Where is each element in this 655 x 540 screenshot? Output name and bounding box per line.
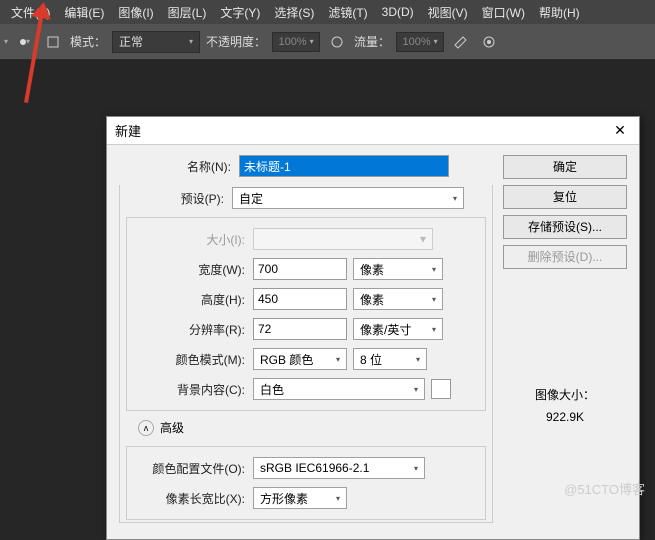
profile-select[interactable]: sRGB IEC61966-2.1▾ [253,457,425,479]
width-input[interactable] [253,258,347,280]
resolution-label: 分辨率(R): [133,321,253,338]
colormode-select[interactable]: RGB 颜色▾ [253,348,347,370]
tool-caret-icon[interactable]: ▾ [4,37,8,46]
close-icon[interactable]: ✕ [609,120,631,142]
width-unit-select[interactable]: 像素▾ [353,258,443,280]
menu-3d[interactable]: 3D(D) [375,5,421,19]
watermark: @51CTO博客 [564,479,645,498]
bg-label: 背景内容(C): [133,381,253,398]
pressure-size-icon[interactable] [478,31,500,53]
opacity-label: 不透明度： [206,33,266,50]
menu-layer[interactable]: 图层(L) [161,4,214,21]
size-label: 大小(I): [133,231,253,248]
menu-edit[interactable]: 编辑(E) [57,4,111,21]
dialog-title: 新建 [115,121,141,140]
bitdepth-select[interactable]: 8 位▾ [353,348,427,370]
menu-window[interactable]: 窗口(W) [475,4,532,21]
width-label: 宽度(W): [133,261,253,278]
menu-filter[interactable]: 滤镜(T) [321,4,374,21]
mode-label: 模式： [70,33,106,50]
menu-select[interactable]: 选择(S) [267,4,321,21]
brush-panel-button[interactable] [42,31,64,53]
flow-value[interactable]: 100%▾ [396,32,444,52]
height-label: 高度(H): [133,291,253,308]
advanced-label: 高级 [160,419,184,436]
mode-dropdown[interactable]: 正常▾ [112,31,200,53]
delete-preset-button: 删除预设(D)... [503,245,627,269]
preset-label: 预设(P): [126,190,232,207]
flow-label: 流量： [354,33,390,50]
bg-select[interactable]: 白色▾ [253,378,425,400]
name-input[interactable] [239,155,449,177]
profile-label: 颜色配置文件(O): [133,460,253,477]
menu-view[interactable]: 视图(V) [421,4,475,21]
height-unit-select[interactable]: 像素▾ [353,288,443,310]
bg-color-swatch[interactable] [431,379,451,399]
save-preset-button[interactable]: 存储预设(S)... [503,215,627,239]
imagesize-value: 922.9K [503,407,627,429]
chevron-up-icon: ʌ [138,420,154,436]
aspect-label: 像素长宽比(X): [133,490,253,507]
ok-button[interactable]: 确定 [503,155,627,179]
colormode-label: 颜色模式(M): [133,351,253,368]
resolution-unit-select[interactable]: 像素/英寸▾ [353,318,443,340]
size-select: ▾ [253,228,433,250]
imagesize-label: 图像大小： [503,385,627,407]
reset-button[interactable]: 复位 [503,185,627,209]
airbrush-icon[interactable] [450,31,472,53]
height-input[interactable] [253,288,347,310]
menu-image[interactable]: 图像(I) [111,4,160,21]
menu-help[interactable]: 帮助(H) [532,4,587,21]
advanced-toggle[interactable]: ʌ 高级 [138,419,486,436]
opacity-value[interactable]: 100%▾ [272,32,320,52]
pressure-opacity-icon[interactable] [326,31,348,53]
menu-type[interactable]: 文字(Y) [213,4,267,21]
resolution-input[interactable] [253,318,347,340]
new-dialog: 新建 ✕ 名称(N): 预设(P): 自定▾ 大小(I): ▾ [106,116,640,540]
preset-select[interactable]: 自定▾ [232,187,464,209]
name-label: 名称(N): [119,158,239,175]
